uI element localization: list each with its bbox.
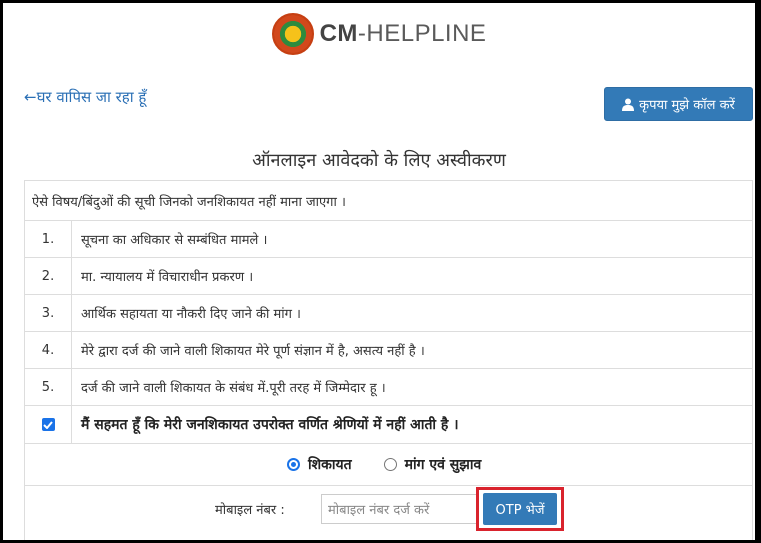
header: CM-HELPLINE [3, 3, 755, 65]
agreement-row: मैं सहमत हूँ कि मेरी जनशिकायत उपरोक्त वर… [25, 406, 752, 444]
list-item-text: सूचना का अधिकार से सम्बंधित मामले । [81, 233, 268, 248]
otp-highlight-box: OTP भेजें [476, 487, 564, 531]
list-item-text: मा. न्यायालय में विचाराधीन प्रकरण । [81, 270, 254, 285]
user-icon [622, 98, 635, 111]
radio-complaint[interactable] [287, 458, 300, 471]
page-frame: CM-HELPLINE ←घर वापिस जा रहा हूँ कृपया म… [3, 3, 755, 540]
agreement-text: मैं सहमत हूँ कि मेरी जनशिकायत उपरोक्त वर… [81, 417, 459, 433]
radio-complaint-label[interactable]: शिकायत [308, 455, 352, 474]
checkmark-icon [43, 420, 53, 429]
list-item: 2. मा. न्यायालय में विचाराधीन प्रकरण । [25, 258, 752, 295]
list-item-text: मेरे द्वारा दर्ज की जाने वाली शिकायत मेर… [81, 344, 425, 359]
brand-rest: -HELPLINE [357, 20, 487, 47]
list-item-number: 3. [25, 295, 72, 331]
agreement-checkbox-cell [25, 406, 72, 443]
list-item-number: 2. [25, 258, 72, 294]
list-item: 3. आर्थिक सहायता या नौकरी दिए जाने की मा… [25, 295, 752, 332]
list-intro-row: ऐसे विषय/बिंदुओं की सूची जिनको जनशिकायत … [25, 181, 752, 221]
mobile-input[interactable]: मोबाइल नंबर दर्ज करें [321, 494, 499, 524]
list-item-text: आर्थिक सहायता या नौकरी दिए जाने की मांग … [81, 307, 301, 322]
back-home-link[interactable]: ←घर वापिस जा रहा हूँ [24, 87, 146, 107]
mobile-label: मोबाइल नंबर : [215, 503, 285, 518]
list-item-number: 4. [25, 332, 72, 368]
list-item-number: 5. [25, 369, 72, 405]
list-item: 1. सूचना का अधिकार से सम्बंधित मामले । [25, 221, 752, 258]
list-item: 5. दर्ज की जाने वाली शिकायत के संबंध में… [25, 369, 752, 406]
brand-strong: CM [319, 20, 358, 47]
radio-demand-suggestion-label[interactable]: मांग एवं सुझाव [405, 455, 482, 474]
state-emblem-icon [271, 13, 314, 55]
type-radio-group: शिकायत मांग एवं सुझाव [287, 444, 513, 485]
list-item-number: 1. [25, 221, 72, 257]
page-title: ऑनलाइन आवेदको के लिए अस्वीकरण [252, 150, 506, 171]
list-item: 4. मेरे द्वारा दर्ज की जाने वाली शिकायत … [25, 332, 752, 369]
request-call-label: कृपया मुझे कॉल करें [639, 98, 735, 113]
list-item-text: दर्ज की जाने वाली शिकायत के संबंध में.पू… [81, 381, 386, 396]
mobile-row: मोबाइल नंबर : मोबाइल नंबर दर्ज करें OTP … [25, 486, 752, 536]
list-intro: ऐसे विषय/बिंदुओं की सूची जिनको जनशिकायत … [32, 194, 346, 210]
request-call-button[interactable]: कृपया मुझे कॉल करें [604, 87, 753, 121]
agreement-checkbox[interactable] [41, 418, 55, 431]
send-otp-button[interactable]: OTP भेजें [483, 493, 557, 525]
brand-logo: CM-HELPLINE [320, 20, 487, 48]
radio-demand-suggestion[interactable] [383, 458, 397, 471]
type-selection-row: शिकायत मांग एवं सुझाव [25, 444, 752, 486]
disclaimer-panel: ऐसे विषय/बिंदुओं की सूची जिनको जनशिकायत … [24, 180, 753, 540]
